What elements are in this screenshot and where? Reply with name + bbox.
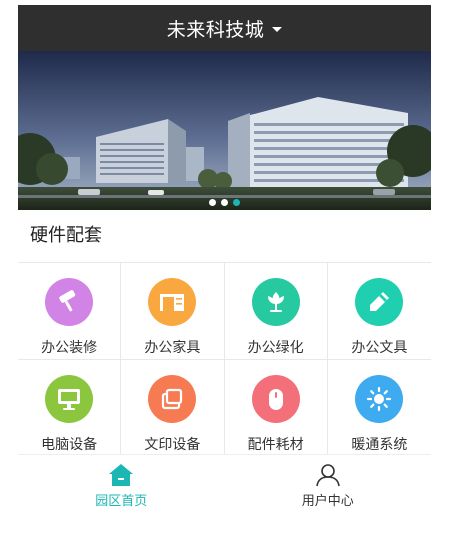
tab-park-home[interactable]: 园区首页: [18, 455, 225, 511]
flower-icon: [251, 278, 300, 326]
service-label: 配件耗材: [247, 437, 304, 453]
monitor-icon: [45, 375, 94, 423]
service-office-furniture[interactable]: 办公家具: [121, 263, 225, 360]
section-title: 硬件配套: [18, 210, 431, 263]
banner-carousel[interactable]: [18, 51, 431, 210]
service-accessories[interactable]: 配件耗材: [224, 360, 328, 457]
carousel-dot-2[interactable]: [221, 199, 228, 206]
service-office-greenery[interactable]: 办公绿化: [224, 263, 328, 360]
sun-icon: [355, 375, 404, 423]
service-printing-equipment[interactable]: 文印设备: [121, 360, 225, 457]
banner-image: [18, 51, 431, 210]
printer-icon: [148, 375, 197, 423]
service-label: 办公文具: [351, 340, 408, 356]
tab-label-home: 园区首页: [95, 494, 148, 509]
service-label: 文印设备: [144, 437, 201, 453]
caret-down-icon: [272, 26, 283, 32]
app-screen: 未来科技城 硬件配套 办公装修 办公家具 办公绿化 办公文具 电脑设备 文印设备…: [18, 5, 431, 511]
service-hvac-system[interactable]: 暖通系统: [327, 360, 431, 457]
pencil-icon: [355, 278, 404, 326]
service-label: 办公装修: [41, 340, 98, 356]
service-computer-equipment[interactable]: 电脑设备: [18, 360, 122, 457]
service-office-renovation[interactable]: 办公装修: [18, 263, 122, 360]
service-label: 电脑设备: [41, 437, 98, 453]
service-office-stationery[interactable]: 办公文具: [327, 263, 431, 360]
service-label: 办公家具: [144, 340, 201, 356]
carousel-indicator: [18, 199, 431, 206]
carousel-dot-3[interactable]: [233, 199, 240, 206]
tab-label-user: 用户中心: [301, 494, 354, 509]
user-icon: [315, 464, 340, 487]
service-grid: 办公装修 办公家具 办公绿化 办公文具 电脑设备 文印设备 配件耗材 暖通系统: [18, 263, 431, 457]
service-label: 办公绿化: [247, 340, 304, 356]
mouse-icon: [251, 375, 300, 423]
paint-roller-icon: [45, 278, 94, 326]
service-label: 暖通系统: [351, 437, 408, 453]
carousel-dot-1[interactable]: [209, 199, 216, 206]
home-icon: [109, 464, 134, 486]
desk-icon: [148, 278, 197, 326]
tab-user-center[interactable]: 用户中心: [225, 455, 432, 511]
bottom-tab-bar: 园区首页 用户中心: [18, 454, 431, 511]
city-selector[interactable]: 未来科技城: [18, 5, 431, 51]
page-title: 未来科技城: [166, 18, 265, 41]
